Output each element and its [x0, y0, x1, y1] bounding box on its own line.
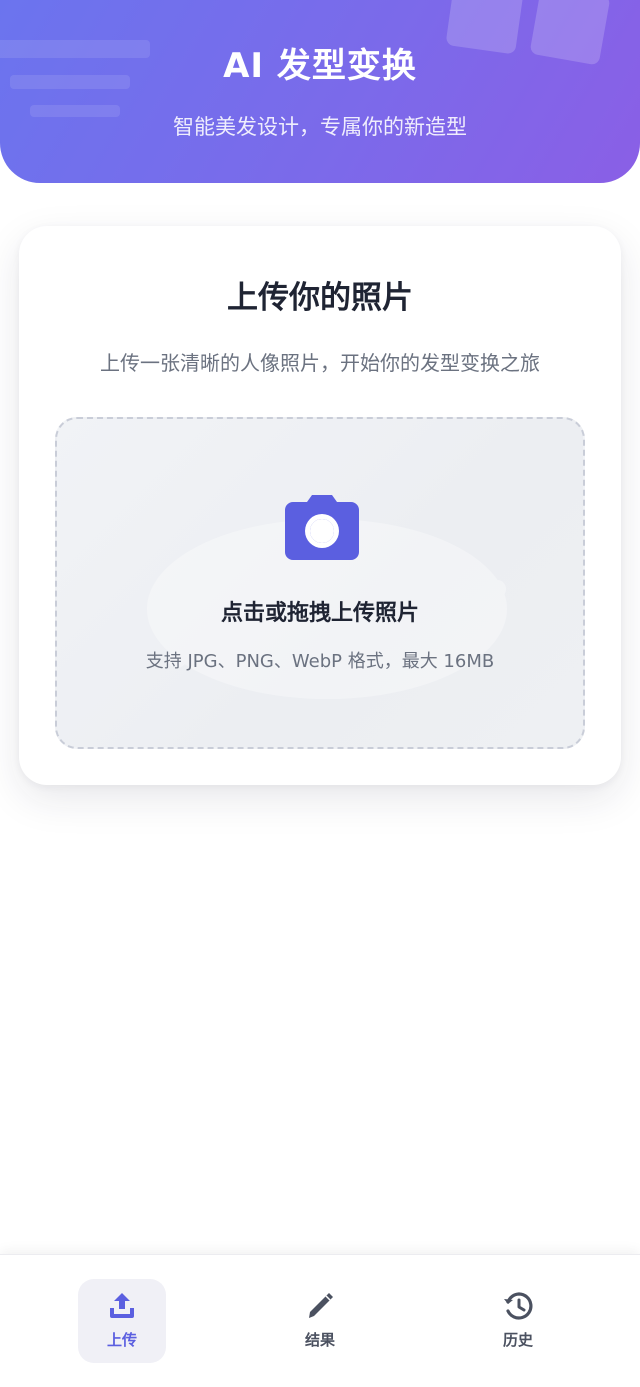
upload-card-description: 上传一张清晰的人像照片，开始你的发型变换之旅: [100, 351, 540, 375]
upload-card-title: 上传你的照片: [227, 280, 413, 316]
header-banner: AI 发型变换 智能美发设计，专属你的新造型: [0, 0, 640, 183]
app-title: AI 发型变换: [223, 46, 417, 86]
nav-tab-history[interactable]: 历史: [474, 1279, 562, 1363]
nav-tab-upload[interactable]: 上传: [78, 1279, 166, 1363]
upload-card: 上传你的照片 上传一张清晰的人像照片，开始你的发型变换之旅 点击或拖拽上传照片 …: [19, 226, 621, 785]
upload-icon: [110, 1293, 134, 1318]
nav-label-result: 结果: [304, 1331, 335, 1349]
history-icon: [504, 1292, 533, 1320]
camera-icon: [285, 495, 359, 560]
nav-tab-result[interactable]: 结果: [276, 1279, 364, 1363]
app-subtitle: 智能美发设计，专属你的新造型: [173, 115, 467, 139]
brush-icon: [309, 1293, 333, 1318]
nav-label-upload: 上传: [106, 1331, 137, 1349]
nav-label-history: 历史: [502, 1331, 533, 1349]
dropzone-format-hint: 支持 JPG、PNG、WebP 格式，最大 16MB: [145, 651, 495, 672]
dropzone-title: 点击或拖拽上传照片: [220, 601, 419, 626]
app-screen: AI 发型变换 智能美发设计，专属你的新造型 上传你的照片 上传一张清晰的人像照…: [0, 0, 640, 1387]
bottom-navigation: 上传 结果 历史: [0, 1254, 640, 1387]
photo-dropzone[interactable]: 点击或拖拽上传照片 支持 JPG、PNG、WebP 格式，最大 16MB: [55, 417, 585, 749]
